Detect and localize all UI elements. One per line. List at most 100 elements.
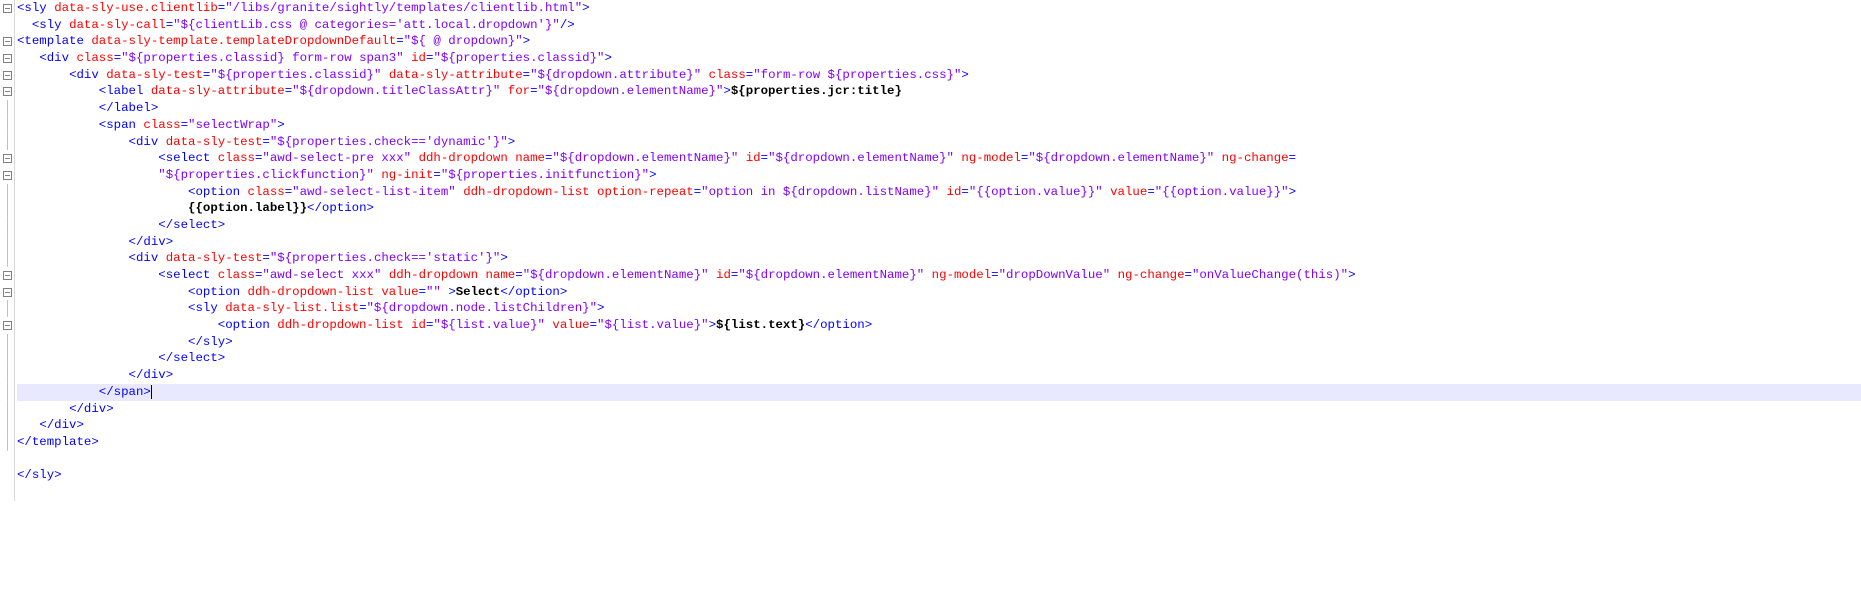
token-str: "${properties.clickfunction}" [158, 168, 374, 182]
code-line[interactable]: <option ddh-dropdown-list value="" >Sele… [17, 284, 1861, 301]
fold-guide-icon [0, 451, 14, 468]
token-plain [210, 151, 217, 165]
token-plain [478, 268, 485, 282]
code-line[interactable]: <label data-sly-attribute="${dropdown.ti… [17, 83, 1861, 100]
fold-collapse-icon[interactable] [0, 33, 14, 50]
token-attr: data-sly-test [106, 68, 203, 82]
token-tag: > [500, 251, 507, 265]
code-line[interactable]: <sly data-sly-call="${clientLib.css @ ca… [17, 17, 1861, 34]
token-attr: class [77, 51, 114, 65]
token-tag: > [277, 118, 284, 132]
code-line[interactable]: <template data-sly-template.templateDrop… [17, 33, 1861, 50]
token-tag: > [582, 1, 589, 15]
token-attr: id [411, 318, 426, 332]
code-line[interactable] [17, 451, 1861, 468]
fold-collapse-icon[interactable] [0, 83, 14, 100]
fold-collapse-icon[interactable] [0, 267, 14, 284]
token-tag: </div> [69, 402, 114, 416]
code-line[interactable]: <option class="awd-select-list-item" ddh… [17, 184, 1861, 201]
fold-guide-icon [0, 484, 14, 501]
code-line[interactable]: <select class="awd-select-pre xxx" ddh-d… [17, 150, 1861, 167]
code-line[interactable]: </select> [17, 350, 1861, 367]
code-editor[interactable]: <sly data-sly-use.clientlib="/libs/grani… [0, 0, 1861, 501]
token-plain [17, 218, 158, 232]
fold-guide-icon [0, 234, 14, 251]
token-plain [240, 285, 247, 299]
code-line[interactable]: <select class="awd-select xxx" ddh-dropd… [17, 267, 1861, 284]
token-attr: class [248, 185, 285, 199]
fold-guide-icon [0, 134, 14, 151]
code-line[interactable]: <sly data-sly-list.list="${dropdown.node… [17, 300, 1861, 317]
token-tag: </select> [158, 218, 225, 232]
code-line[interactable]: <option ddh-dropdown-list id="${list.val… [17, 317, 1861, 334]
token-str: "${clientLib.css @ categories='att.local… [173, 18, 560, 32]
fold-guide-icon [0, 117, 14, 134]
code-area[interactable]: <sly data-sly-use.clientlib="/libs/grani… [15, 0, 1861, 501]
fold-guide-icon [0, 401, 14, 418]
token-plain [210, 268, 217, 282]
code-line[interactable]: </select> [17, 217, 1861, 234]
token-tag: </label> [99, 101, 159, 115]
code-line[interactable]: <div data-sly-test="${properties.classid… [17, 67, 1861, 84]
token-tag: <sly [32, 18, 62, 32]
token-attr: ng-model [932, 268, 992, 282]
code-line[interactable]: </sly> [17, 467, 1861, 484]
code-line[interactable]: <div class="${properties.classid} form-r… [17, 50, 1861, 67]
token-tag: <template [17, 34, 84, 48]
token-tag: <div [39, 51, 69, 65]
token-tag: = [419, 285, 426, 299]
token-plain [17, 118, 99, 132]
token-str: "option in ${dropdown.listName}" [701, 185, 939, 199]
token-tag: <sly [17, 1, 47, 15]
token-str: "" [426, 285, 441, 299]
token-str: "${dropdown.elementName}" [738, 268, 924, 282]
fold-collapse-icon[interactable] [0, 50, 14, 67]
code-line[interactable]: {{option.label}}</option> [17, 200, 1861, 217]
fold-collapse-icon[interactable] [0, 67, 14, 84]
token-attr: value [552, 318, 589, 332]
token-tag: = [761, 151, 768, 165]
token-attr: value [381, 285, 418, 299]
token-tag: = [961, 185, 968, 199]
code-line[interactable]: "${properties.clickfunction}" ng-init="$… [17, 167, 1861, 184]
token-plain [17, 251, 129, 265]
code-line[interactable]: <span class="selectWrap"> [17, 117, 1861, 134]
token-tag: = [523, 68, 530, 82]
fold-gutter[interactable] [0, 0, 15, 501]
token-attr: ddh-dropdown [389, 268, 478, 282]
token-attr: id [947, 185, 962, 199]
fold-collapse-icon[interactable] [0, 150, 14, 167]
token-attr: for [508, 84, 530, 98]
token-plain [1214, 151, 1221, 165]
token-plain [17, 335, 188, 349]
token-attr: data-sly-attribute [389, 68, 523, 82]
fold-collapse-icon[interactable] [0, 0, 14, 17]
code-line[interactable]: </div> [17, 417, 1861, 434]
code-line[interactable]: </template> [17, 434, 1861, 451]
code-line[interactable]: </sly> [17, 334, 1861, 351]
code-line[interactable]: <div data-sly-test="${properties.check==… [17, 134, 1861, 151]
token-tag: </sly> [17, 468, 62, 482]
token-plain [701, 68, 708, 82]
token-str: "/libs/granite/sightly/templates/clientl… [225, 1, 582, 15]
token-tag: <span [99, 118, 136, 132]
code-line[interactable]: </label> [17, 100, 1861, 117]
fold-guide-icon [0, 434, 14, 451]
token-plain [158, 251, 165, 265]
code-line[interactable]: </div> [17, 234, 1861, 251]
code-line[interactable]: <div data-sly-test="${properties.check==… [17, 250, 1861, 267]
code-line[interactable]: <sly data-sly-use.clientlib="/libs/grani… [17, 0, 1861, 17]
token-tag: > [523, 34, 530, 48]
token-tag: = [515, 268, 522, 282]
token-plain [62, 18, 69, 32]
code-line[interactable]: </div> [17, 367, 1861, 384]
fold-collapse-icon[interactable] [0, 167, 14, 184]
fold-collapse-icon[interactable] [0, 317, 14, 334]
token-tag: </sly> [188, 335, 233, 349]
fold-guide-icon [0, 417, 14, 434]
token-str: "{{option.value}}" [969, 185, 1103, 199]
fold-collapse-icon[interactable] [0, 284, 14, 301]
code-line[interactable]: </div> [17, 401, 1861, 418]
code-line[interactable]: </span> [17, 384, 1861, 401]
token-tag: <select [158, 151, 210, 165]
